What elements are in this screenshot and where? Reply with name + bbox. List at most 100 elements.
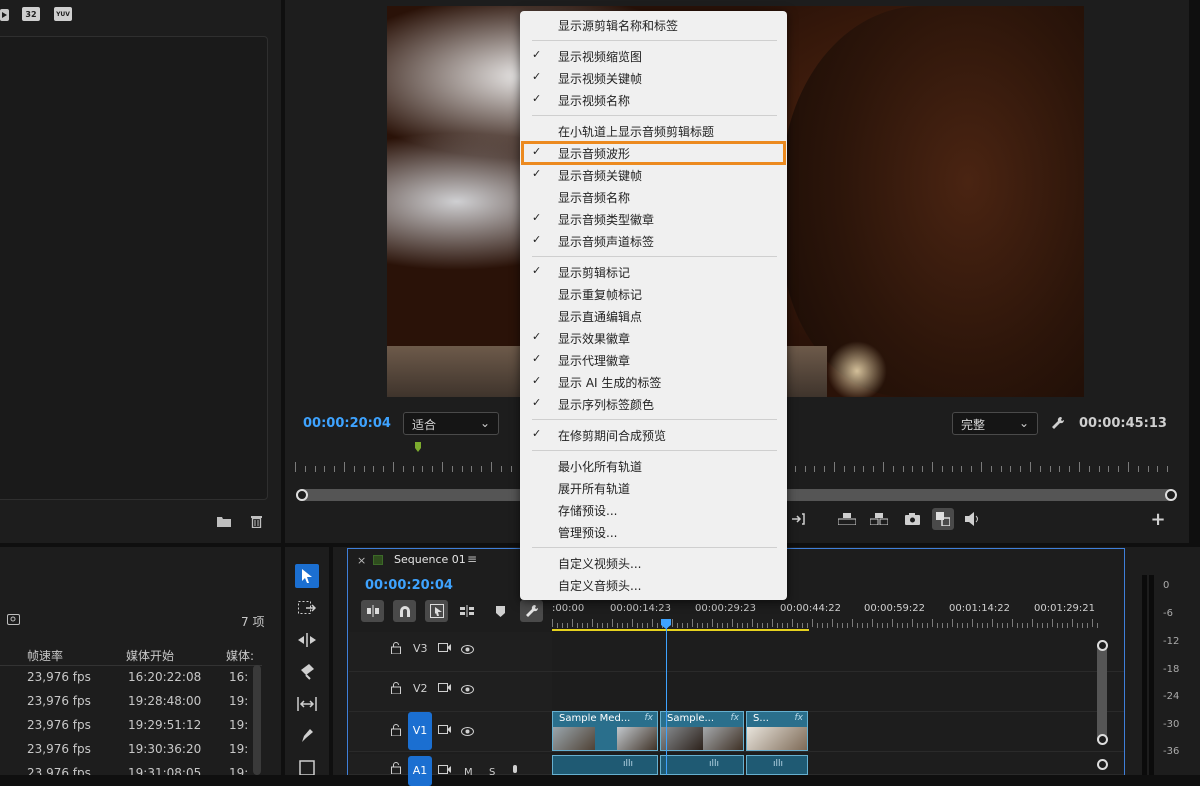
track-name[interactable]: V2 (413, 682, 428, 695)
pen-tool-icon[interactable] (295, 724, 319, 748)
monitor-current-timecode[interactable]: 00:00:20:04 (303, 416, 391, 431)
speaker-volume-icon[interactable] (964, 511, 984, 527)
video-clip[interactable]: S... fx (746, 711, 808, 751)
rectangle-tool-icon[interactable] (295, 756, 319, 775)
zoom-level-dropdown[interactable]: 适合 ⌄ (403, 412, 499, 435)
play-icon[interactable] (0, 8, 10, 22)
menu-item[interactable]: ✓ 显示视频关键帧 (520, 67, 787, 89)
timeline-ruler[interactable]: :00:00 00:00:14:23 00:00:29:23 00:00:44:… (552, 603, 1102, 631)
menu-item[interactable]: 最小化所有轨道 (520, 455, 787, 477)
menu-item[interactable]: 显示源剪辑名称和标签 (520, 14, 787, 36)
audio-clip[interactable]: ıllı (746, 755, 808, 775)
playback-quality-dropdown[interactable]: 完整 ⌄ (952, 412, 1038, 435)
razor-tool-icon[interactable] (295, 660, 319, 684)
timeline-settings-wrench-icon[interactable] (520, 600, 543, 622)
frame-32-icon[interactable]: 32 (22, 7, 40, 21)
toggle-sync-lock-icon[interactable] (438, 724, 451, 738)
timeline-timecode[interactable]: 00:00:20:04 (365, 578, 453, 593)
table-row[interactable]: 23,976 fps 16:20:22:08 16: (0, 667, 250, 691)
slip-tool-icon[interactable] (295, 692, 319, 716)
menu-item[interactable]: ✓ 显示音频关键帧 (520, 164, 787, 186)
table-row[interactable]: 23,976 fps 19:31:08:05 19: (0, 763, 250, 775)
menu-item[interactable]: ✓ 显示序列标签颜色 (520, 393, 787, 415)
menu-item[interactable]: ✓ 显示 AI 生成的标签 (520, 371, 787, 393)
sequence-tab-menu[interactable]: ≡ (467, 552, 477, 566)
export-frame-camera-icon[interactable] (903, 511, 921, 527)
ruler-tick (1062, 623, 1063, 628)
selection-tool-icon[interactable] (295, 564, 319, 588)
lift-icon[interactable] (837, 511, 857, 527)
comparison-view-icon[interactable] (932, 508, 954, 530)
scrollbar-right-handle[interactable] (1165, 489, 1177, 501)
audio-clip[interactable]: ıllı (660, 755, 744, 775)
menu-item[interactable]: ✓ 显示剪辑标记 (520, 261, 787, 283)
audio-clip[interactable]: ıllı (552, 755, 658, 775)
menu-item[interactable]: 显示直通编辑点 (520, 305, 787, 327)
linked-selection-icon[interactable] (425, 600, 448, 622)
eye-icon[interactable] (461, 725, 474, 739)
track-select-tool-icon[interactable] (295, 596, 319, 620)
menu-item[interactable]: 显示重复帧标记 (520, 283, 787, 305)
menu-item[interactable]: 自定义音频头... (520, 574, 787, 596)
video-clip[interactable]: Sample... fx (660, 711, 744, 751)
menu-item[interactable]: ✓ 显示效果徽章 (520, 327, 787, 349)
menu-item[interactable]: 展开所有轨道 (520, 477, 787, 499)
menu-item[interactable]: 显示音频名称 (520, 186, 787, 208)
track-target-a1[interactable]: A1 (408, 756, 432, 786)
menu-item[interactable]: ✓ 在修剪期间合成预览 (520, 424, 787, 446)
list-scrollbar[interactable] (253, 665, 261, 775)
go-to-out-point-icon[interactable] (790, 511, 808, 527)
menu-item[interactable]: 自定义视频头... (520, 552, 787, 574)
scrollbar-left-handle[interactable] (296, 489, 308, 501)
scrollbar-audio-handle[interactable] (1097, 759, 1108, 770)
microphone-icon[interactable] (511, 765, 519, 780)
menu-item[interactable]: 在小轨道上显示音频剪辑标题 (520, 120, 787, 142)
marker-icon[interactable] (494, 604, 506, 618)
track-name[interactable]: V3 (413, 642, 428, 655)
wrench-settings-icon[interactable] (1050, 415, 1066, 431)
column-header-fps[interactable]: 帧速率 (27, 647, 63, 664)
menu-item[interactable]: 管理预设... (520, 521, 787, 543)
timeline-vertical-scrollbar[interactable] (1097, 640, 1107, 744)
lock-icon[interactable] (391, 682, 401, 697)
toggle-sync-lock-icon[interactable] (438, 764, 451, 778)
toggle-sync-lock-icon[interactable] (438, 682, 451, 696)
eye-icon[interactable] (461, 643, 474, 657)
lock-icon[interactable] (391, 724, 401, 739)
lock-icon[interactable] (391, 642, 401, 657)
column-header-media-start[interactable]: 媒体开始 (126, 647, 174, 664)
scrollbar-top-handle[interactable] (1097, 640, 1108, 651)
menu-item[interactable]: 存储预设... (520, 499, 787, 521)
search-filter-icon[interactable] (6, 613, 20, 625)
menu-item[interactable]: ✓ 显示音频声道标签 (520, 230, 787, 252)
scrollbar-bottom-handle[interactable] (1097, 734, 1108, 745)
trash-icon[interactable] (249, 513, 263, 529)
ruler-tick (842, 623, 843, 628)
track-target-v1[interactable]: V1 (408, 712, 432, 750)
menu-item[interactable]: ✓ 显示视频名称 (520, 89, 787, 111)
menu-item[interactable]: ✓ 显示音频类型徽章 (520, 208, 787, 230)
work-area-bar[interactable] (552, 629, 809, 631)
video-clip[interactable]: Sample Med... fx (552, 711, 658, 751)
eye-icon[interactable] (461, 683, 474, 697)
project-bin-area[interactable] (0, 36, 268, 500)
table-row[interactable]: 23,976 fps 19:29:51:12 19: (0, 715, 250, 739)
menu-item[interactable]: ✓ 显示代理徽章 (520, 349, 787, 371)
table-row[interactable]: 23,976 fps 19:30:36:20 19: (0, 739, 250, 763)
new-bin-folder-icon[interactable] (216, 514, 232, 528)
snap-magnet-icon[interactable] (393, 600, 416, 622)
toggle-sync-lock-icon[interactable] (438, 642, 451, 656)
solo-button[interactable]: S (489, 767, 495, 778)
table-row[interactable]: 23,976 fps 19:28:48:00 19: (0, 691, 250, 715)
yuv-icon[interactable]: YUV (54, 7, 72, 21)
menu-item[interactable]: ✓ 显示视频缩览图 (520, 45, 787, 67)
sequence-tab-close[interactable]: × (357, 554, 366, 567)
add-marker-align-icon[interactable] (459, 604, 475, 618)
insert-sequence-nest-icon[interactable] (361, 600, 384, 622)
column-header-media-end[interactable]: 媒体: (226, 647, 254, 664)
sequence-tab-title[interactable]: Sequence 01 (394, 553, 466, 566)
ripple-edit-tool-icon[interactable] (295, 628, 319, 652)
mute-button[interactable]: M (464, 767, 473, 778)
extract-icon[interactable] (869, 511, 889, 527)
add-button-icon[interactable]: + (1150, 509, 1166, 530)
